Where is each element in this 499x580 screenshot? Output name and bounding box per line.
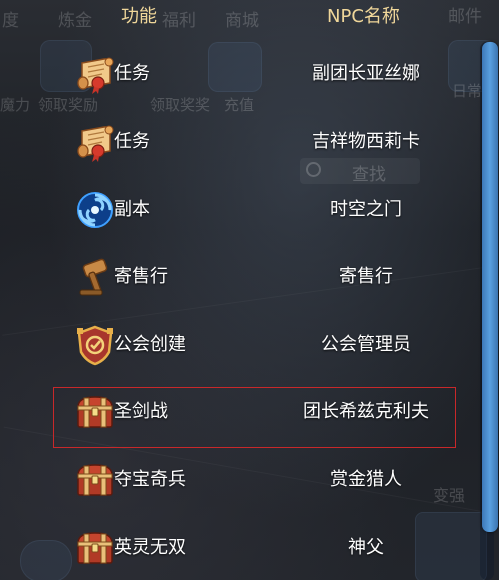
row-function: 副本 <box>114 199 150 220</box>
game-screen: 度 炼金 福利 商城 邮件 魔力 领取奖励 领取奖奖 充值 日常 查找 变强 功… <box>0 0 499 580</box>
npc-list-row[interactable]: 任务 吉祥物西莉卡 <box>60 112 470 172</box>
row-function: 夺宝奇兵 <box>114 469 186 490</box>
bg-tab-2: 炼金 <box>58 11 92 31</box>
row-function: 任务 <box>114 131 150 152</box>
row-npc-name: 副团长亚丝娜 <box>312 63 420 84</box>
row-npc-name: 赏金猎人 <box>330 469 402 490</box>
npc-list-row[interactable]: 寄售行 寄售行 <box>60 247 470 307</box>
npc-list-row[interactable]: 英灵无双 神父 <box>60 518 470 578</box>
npc-list-row[interactable]: 夺宝奇兵 赏金猎人 <box>60 450 470 510</box>
selected-row-highlight <box>53 387 456 448</box>
hammer-icon <box>74 256 116 298</box>
row-npc-name: 公会管理员 <box>321 334 411 355</box>
row-function: 公会创建 <box>114 334 186 355</box>
guild-crest-icon <box>74 324 116 366</box>
treasure-chest-icon <box>74 459 116 501</box>
scroll-quest-icon <box>74 53 116 95</box>
npc-list-row[interactable]: 副本 时空之门 <box>60 180 470 240</box>
row-npc-name: 寄售行 <box>339 266 393 287</box>
scroll-quest-icon <box>74 121 116 163</box>
row-function: 寄售行 <box>114 266 168 287</box>
column-header-function: 功能 <box>121 6 157 27</box>
row-function: 任务 <box>114 63 150 84</box>
row-npc-name: 时空之门 <box>330 199 402 220</box>
bg-tab-5: 邮件 <box>448 7 482 27</box>
row-npc-name: 吉祥物西莉卡 <box>312 131 420 152</box>
portal-icon <box>74 189 116 231</box>
row-npc-name: 神父 <box>348 537 384 558</box>
treasure-chest-icon <box>74 527 116 569</box>
bg-tab-3: 福利 <box>162 11 196 31</box>
scrollbar-thumb[interactable] <box>482 42 498 532</box>
bg-tab-1: 度 <box>2 11 19 31</box>
column-header-npc-name: NPC名称 <box>327 6 400 27</box>
bg-tab-4: 商城 <box>225 11 259 31</box>
row-function: 英灵无双 <box>114 537 186 558</box>
npc-list-row[interactable]: 任务 副团长亚丝娜 <box>60 44 470 104</box>
bg-label-1: 魔力 <box>0 96 31 114</box>
npc-list-row[interactable]: 公会创建 公会管理员 <box>60 315 470 375</box>
